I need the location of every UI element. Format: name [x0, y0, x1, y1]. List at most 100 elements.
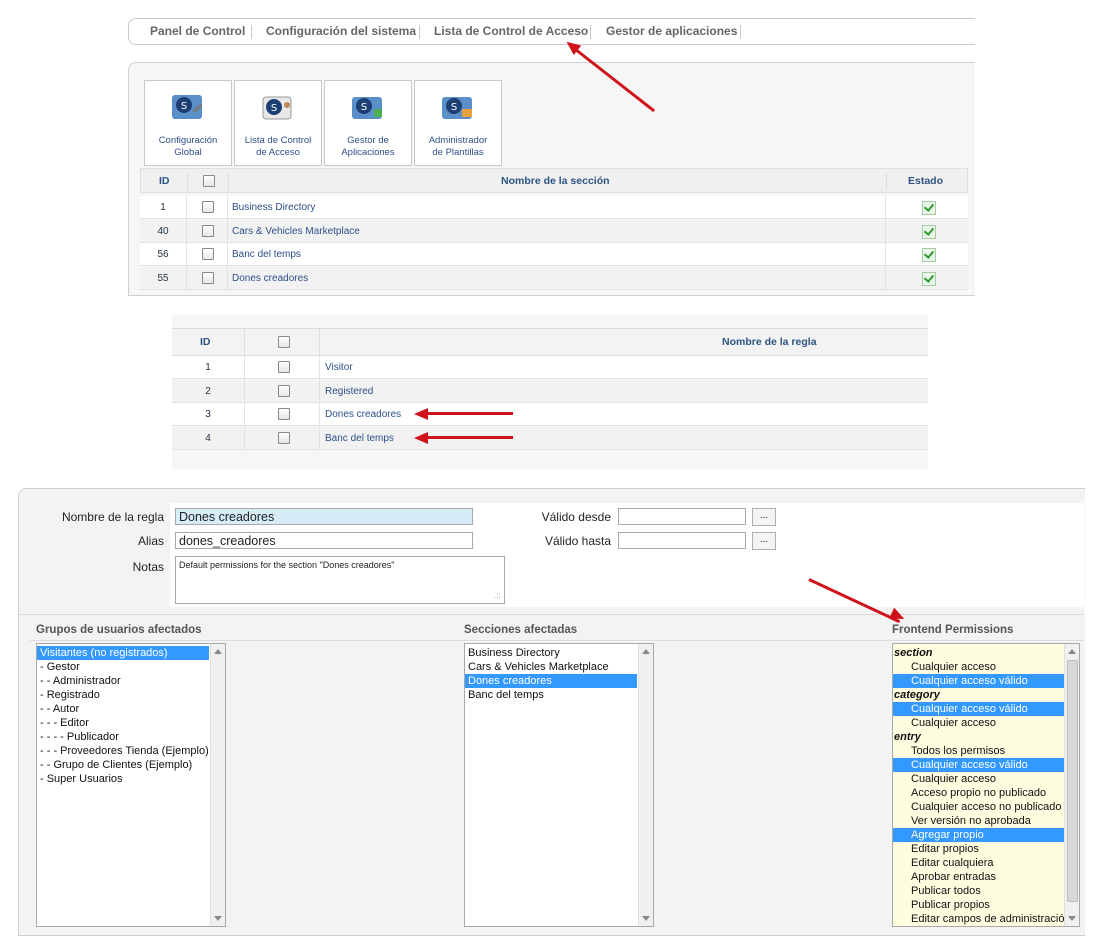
permission-item[interactable]: Editar propios [893, 842, 1065, 856]
permission-item[interactable]: Ver versión no aprobada [893, 814, 1065, 828]
sections-listbox[interactable]: Business Directory Cars & Vehicles Market… [464, 643, 654, 927]
valid-from-input[interactable] [618, 508, 746, 525]
row-checkbox[interactable] [278, 408, 290, 420]
tile-label: de Plantillas [432, 147, 484, 158]
list-item[interactable]: - - - Editor [37, 716, 209, 730]
permission-item[interactable]: Todos los permisos [893, 744, 1065, 758]
scroll-thumb[interactable] [1067, 660, 1078, 902]
tile-label: Administrador [428, 135, 488, 146]
rule-name-input[interactable]: Dones creadores [175, 508, 473, 525]
list-item[interactable]: Dones creadores [465, 674, 637, 688]
scrollbar[interactable] [638, 644, 653, 926]
top-navigation: Panel de Control Configuración del siste… [128, 18, 975, 45]
valid-to-input[interactable] [618, 532, 746, 549]
tile-global-config[interactable]: S Configuración Global [144, 80, 232, 166]
list-item[interactable]: Cars & Vehicles Marketplace [465, 660, 637, 674]
scroll-up-icon[interactable] [642, 649, 650, 654]
list-item[interactable]: - - - - Publicador [37, 730, 209, 744]
column-state[interactable]: Estado [908, 175, 943, 187]
nav-configuracion-sistema[interactable]: Configuración del sistema [266, 24, 416, 38]
tile-template-manager[interactable]: S Administrador de Plantillas [414, 80, 502, 166]
select-all-checkbox[interactable] [278, 336, 290, 348]
list-item[interactable]: Banc del temps [465, 688, 637, 702]
table-row[interactable]: 40 Cars & Vehicles Marketplace [140, 219, 968, 243]
table-row[interactable]: 55 Dones creadores [140, 266, 968, 290]
scroll-up-icon[interactable] [214, 649, 222, 654]
table-row[interactable]: 1 Business Directory [140, 196, 968, 219]
scrollbar[interactable] [1064, 644, 1079, 926]
groups-listbox[interactable]: Visitantes (no registrados) - Gestor - - A… [36, 643, 226, 927]
permission-item[interactable]: Cualquier acceso [893, 716, 1065, 730]
nav-lista-control-acceso[interactable]: Lista de Control de Acceso [434, 24, 588, 38]
row-checkbox[interactable] [278, 431, 290, 444]
permission-item[interactable]: Cualquier acceso válido [893, 702, 1065, 716]
rule-name-link[interactable]: Visitor [325, 362, 353, 373]
section-name-link[interactable]: Banc del temps [232, 249, 301, 260]
column-divider [244, 403, 245, 425]
table-row[interactable]: 1 Visitor [172, 356, 928, 379]
permission-item[interactable]: Cualquier acceso [893, 660, 1065, 674]
notes-textarea[interactable]: Default permissions for the section "Don… [175, 556, 505, 604]
row-checkbox[interactable] [202, 271, 214, 284]
list-item[interactable]: - Registrado [37, 688, 209, 702]
rule-name-link[interactable]: Registered [325, 386, 373, 397]
list-item[interactable]: - Gestor [37, 660, 209, 674]
scroll-up-icon[interactable] [1068, 649, 1076, 654]
published-check-icon[interactable] [922, 271, 936, 286]
row-checkbox[interactable] [202, 201, 214, 213]
list-item[interactable]: - - Autor [37, 702, 209, 716]
column-divider [319, 356, 320, 378]
section-name-link[interactable]: Dones creadores [232, 273, 308, 284]
list-item[interactable]: Business Directory [465, 646, 637, 660]
rule-name-link[interactable]: Banc del temps [325, 433, 394, 444]
published-check-icon[interactable] [922, 248, 936, 262]
list-item[interactable]: - Super Usuarios [37, 772, 209, 786]
section-name-link[interactable]: Business Directory [232, 202, 315, 213]
permission-item[interactable]: Cualquier acceso válido [893, 758, 1065, 772]
published-check-icon[interactable] [922, 224, 936, 239]
tile-acl[interactable]: S Lista de Control de Acceso [234, 80, 322, 166]
row-checkbox[interactable] [278, 361, 290, 373]
app-manager-icon: S [352, 97, 382, 119]
list-item[interactable]: - - - Proveedores Tienda (Ejemplo) [37, 744, 209, 758]
permission-item[interactable]: Publicar propios [893, 898, 1065, 912]
scrollbar[interactable] [210, 644, 225, 926]
row-checkbox[interactable] [202, 248, 214, 260]
permission-item[interactable]: Aprobar entradas [893, 870, 1065, 884]
table-row[interactable]: 2 Registered [172, 379, 928, 403]
scroll-down-icon[interactable] [642, 916, 650, 921]
published-check-icon[interactable] [922, 201, 936, 215]
scroll-down-icon[interactable] [1068, 916, 1076, 921]
rule-name-link[interactable]: Dones creadores [325, 409, 401, 420]
permission-item[interactable]: Cualquier acceso [893, 772, 1065, 786]
list-item[interactable]: - - Administrador [37, 674, 209, 688]
nav-panel-de-control[interactable]: Panel de Control [150, 24, 245, 38]
permission-item[interactable]: Acceso propio no publicado [893, 786, 1065, 800]
valid-from-picker-button[interactable]: ... [752, 508, 776, 526]
permission-item[interactable]: Cualquier acceso válido [893, 674, 1065, 688]
column-section-name[interactable]: Nombre de la sección [501, 175, 610, 187]
permission-item[interactable]: Cualquier acceso no publicado [893, 800, 1065, 814]
nav-gestor-aplicaciones[interactable]: Gestor de aplicaciones [606, 24, 737, 38]
permission-item[interactable]: Editar cualquiera [893, 856, 1065, 870]
list-item[interactable]: - - Grupo de Clientes (Ejemplo) [37, 758, 209, 772]
column-rule-name[interactable]: Nombre de la regla [722, 336, 817, 348]
permissions-title: Frontend Permissions [892, 624, 1014, 636]
permission-item[interactable]: Agregar propio [893, 828, 1065, 842]
list-item[interactable]: Visitantes (no registrados) [37, 646, 209, 660]
scroll-down-icon[interactable] [214, 916, 222, 921]
permission-item[interactable]: Publicar todos [893, 884, 1065, 898]
table-row[interactable]: 56 Banc del temps [140, 243, 968, 266]
valid-to-picker-button[interactable]: ... [752, 532, 776, 550]
row-checkbox[interactable] [202, 224, 214, 237]
select-all-checkbox[interactable] [203, 175, 215, 187]
table-row[interactable]: 3 Dones creadores [172, 403, 928, 426]
table-row[interactable]: 4 Banc del temps [172, 426, 928, 450]
tile-app-manager[interactable]: S Gestor de Aplicaciones [324, 80, 412, 166]
section-name-link[interactable]: Cars & Vehicles Marketplace [232, 226, 360, 237]
resize-grip-icon[interactable]: .:: [494, 591, 501, 600]
row-checkbox[interactable] [278, 384, 290, 397]
permissions-listbox[interactable]: section Cualquier acceso Cualquier acceso … [892, 643, 1080, 927]
permission-item[interactable]: Editar campos de administración [893, 912, 1071, 926]
alias-input[interactable]: dones_creadores [175, 532, 473, 549]
